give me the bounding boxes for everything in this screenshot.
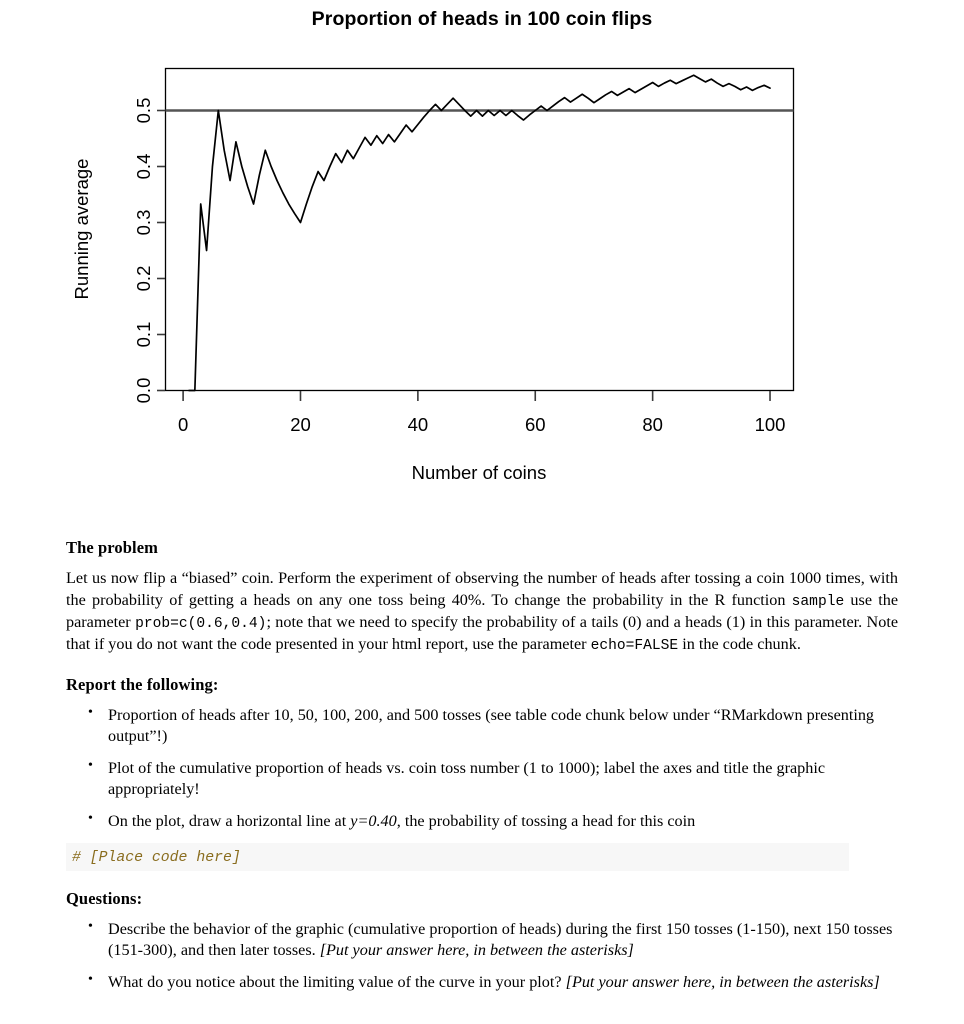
report-item3-part1: On the plot, draw a horizontal line at — [108, 811, 351, 830]
inline-code-prob: prob=c(0.6,0.4) — [135, 615, 267, 632]
y-tick-label-0-4: 0.4 — [133, 154, 154, 180]
y-tick-label-0-0: 0.0 — [133, 378, 154, 404]
x-axis-tick-labels: 0 20 40 60 80 100 — [178, 414, 786, 435]
y-axis-ticks — [157, 109, 165, 392]
y-tick-label-0-3: 0.3 — [133, 210, 154, 236]
running-average-line — [188, 74, 771, 392]
code-chunk[interactable]: # [Place code here] — [66, 842, 849, 871]
questions-heading: Questions: — [66, 888, 143, 908]
list-item: Describe the behavior of the graphic (cu… — [88, 917, 898, 962]
list-item: On the plot, draw a horizontal line at y… — [88, 810, 898, 833]
x-tick-label-40: 40 — [408, 414, 429, 435]
document-body: The problem Let us now flip a “biased” c… — [0, 520, 964, 1003]
list-item: Plot of the cumulative proportion of hea… — [88, 757, 898, 801]
list-item: What do you notice about the limiting va… — [88, 971, 898, 994]
y-tick-label-0-2: 0.2 — [133, 266, 154, 292]
code-chunk-text: # [Place code here] — [72, 849, 241, 866]
report-item3-part2: , the probability of tossing a head for … — [396, 811, 696, 830]
x-tick-label-100: 100 — [755, 414, 786, 435]
problem-paragraph: Let us now flip a “biased” coin. Perform… — [66, 568, 898, 657]
inline-code-echo: echo=FALSE — [590, 638, 679, 655]
x-axis-title: Number of coins — [412, 462, 547, 483]
list-item: Proportion of heads after 10, 50, 100, 2… — [88, 704, 898, 748]
inline-code-sample: sample — [791, 593, 845, 610]
problem-text-part1: Let us now flip a “biased” coin. Perform… — [66, 569, 898, 609]
x-tick-label-0: 0 — [178, 414, 188, 435]
running-average-line-chart: 0.5 0.4 0.3 0.2 0.1 0.0 Running average … — [71, 67, 795, 483]
x-axis-ticks — [182, 391, 771, 401]
plot-panel-border — [164, 67, 795, 392]
report-list: Proportion of heads after 10, 50, 100, 2… — [66, 704, 898, 833]
plot-block: Proportion of heads in 100 coin flips 0.… — [0, 0, 964, 520]
the-problem-heading: The problem — [66, 538, 159, 557]
question1-italic: [Put your answer here, in between the as… — [319, 941, 634, 960]
x-tick-label-20: 20 — [290, 414, 311, 435]
report-heading: Report the following: — [66, 674, 219, 694]
x-tick-label-60: 60 — [525, 414, 546, 435]
question2-part1: What do you notice about the limiting va… — [108, 972, 566, 991]
problem-text-part4: in the code chunk. — [678, 635, 801, 654]
y-tick-label-0-5: 0.5 — [133, 98, 154, 124]
question2-italic: [Put your answer here, in between the as… — [565, 972, 880, 991]
y-axis-tick-labels: 0.5 0.4 0.3 0.2 0.1 0.0 — [133, 98, 154, 404]
y-tick-label-0-1: 0.1 — [133, 322, 154, 348]
questions-list: Describe the behavior of the graphic (cu… — [66, 917, 898, 994]
x-tick-label-80: 80 — [642, 414, 663, 435]
y-axis-title: Running average — [71, 159, 92, 300]
report-item3-italic: y=0.40 — [350, 811, 397, 830]
